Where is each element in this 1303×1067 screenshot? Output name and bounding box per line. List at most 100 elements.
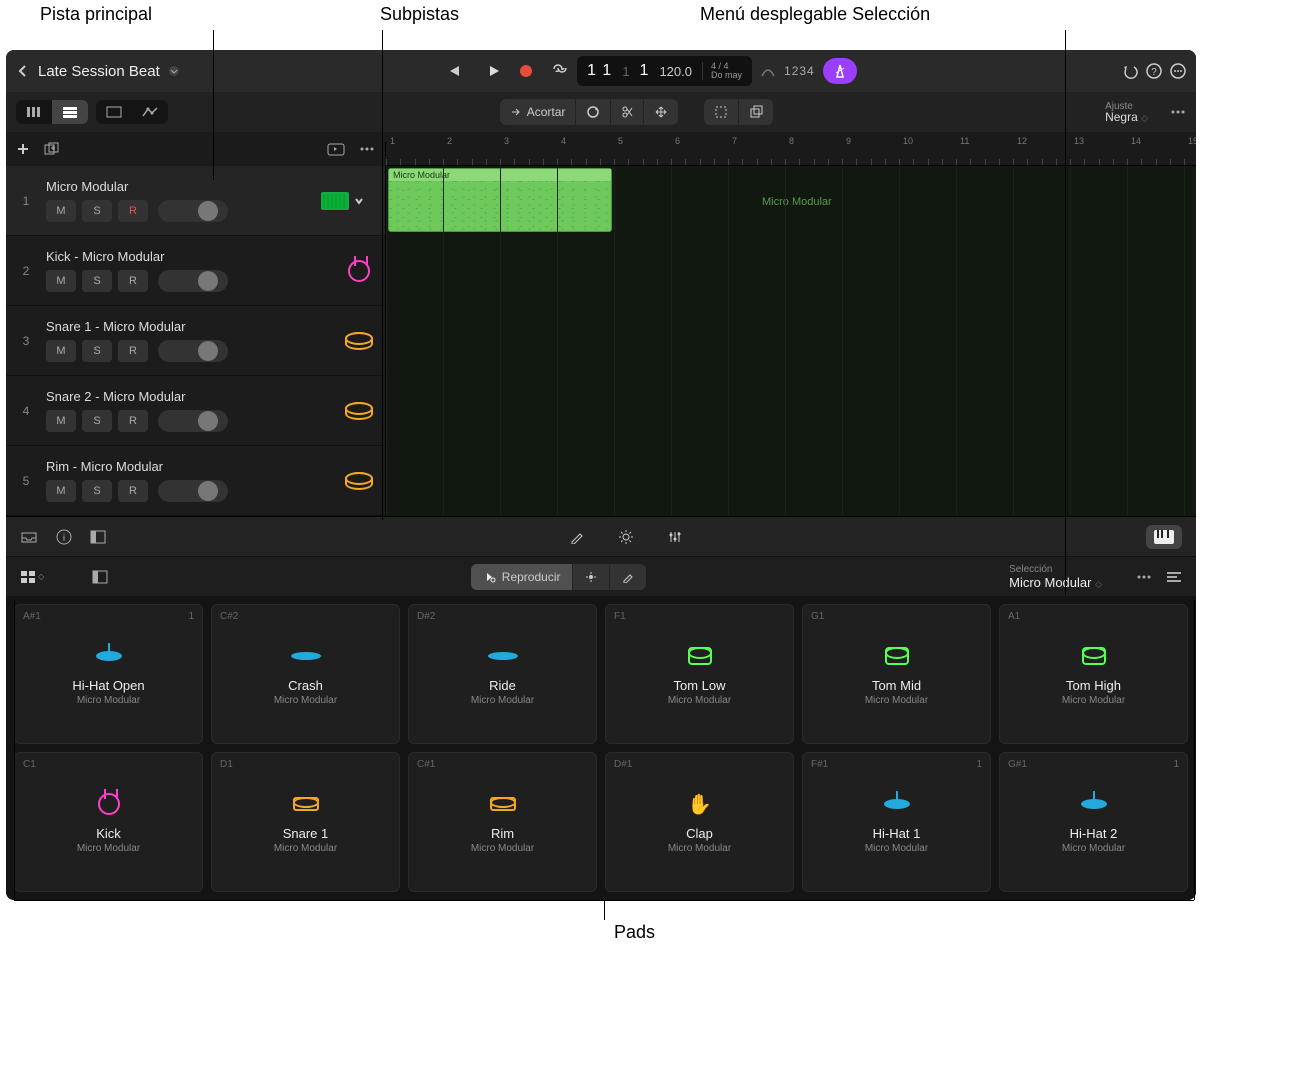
pad-kit-name: Micro Modular: [274, 695, 337, 706]
record-enable-button[interactable]: R: [118, 480, 148, 502]
automation-view-button[interactable]: [132, 100, 168, 124]
pad-note: A1: [1008, 611, 1020, 622]
pad-name: Kick: [96, 826, 121, 841]
split-tool[interactable]: [611, 99, 644, 125]
count-in-button[interactable]: 1234: [784, 64, 815, 78]
edit-mode[interactable]: [610, 565, 646, 589]
mute-button[interactable]: M: [46, 340, 76, 362]
duplicate-track-button[interactable]: [44, 142, 60, 156]
pad-note: D#2: [417, 611, 435, 622]
pad-name: Tom Mid: [872, 678, 921, 693]
solo-button[interactable]: S: [82, 340, 112, 362]
arrangement-area[interactable]: Micro Modular Micro Modular: [386, 166, 1196, 516]
play-button[interactable]: [487, 64, 501, 78]
help-button[interactable]: ?: [1146, 63, 1162, 79]
expand-chevron-icon[interactable]: [353, 195, 377, 207]
marquee-tool[interactable]: [704, 99, 739, 125]
solo-button[interactable]: S: [82, 270, 112, 292]
subtrack-header[interactable]: 2Kick - Micro ModularMSR: [6, 236, 385, 306]
snare-icon: [490, 797, 516, 811]
subtrack-header[interactable]: 4Snare 2 - Micro ModularMSR: [6, 376, 385, 446]
tracks-view-button[interactable]: [52, 100, 88, 124]
track-more-button[interactable]: [359, 146, 375, 152]
timeline-ruler[interactable]: 123456789101112131415: [386, 132, 1196, 166]
ruler-tick: 6: [675, 136, 680, 146]
main-track-header[interactable]: 1Micro ModularMSR: [6, 166, 385, 236]
solo-button[interactable]: S: [82, 410, 112, 432]
move-tool[interactable]: [644, 99, 678, 125]
editor-more-button[interactable]: [1136, 574, 1152, 580]
metronome-button[interactable]: [823, 58, 857, 84]
inbox-icon[interactable]: [20, 530, 38, 544]
ghost-region-label: Micro Modular: [762, 196, 832, 208]
lcd-display[interactable]: 1 1 1 1 120.0 4 / 4 Do may: [577, 56, 752, 86]
pad-name: Hi-Hat Open: [72, 678, 144, 693]
solo-button[interactable]: S: [82, 200, 112, 222]
mute-button[interactable]: M: [46, 200, 76, 222]
drum-pad[interactable]: G1Tom MidMicro Modular: [802, 604, 991, 744]
record-button[interactable]: [519, 64, 533, 78]
subtrack-header[interactable]: 5Rim - Micro ModularMSR: [6, 446, 385, 516]
go-to-start-button[interactable]: [445, 64, 461, 78]
drum-pad[interactable]: A#11Hi-Hat OpenMicro Modular: [14, 604, 203, 744]
inspector-icon[interactable]: [90, 530, 106, 544]
mixer-sliders-icon[interactable]: [668, 530, 682, 544]
drum-pad[interactable]: A1Tom HighMicro Modular: [999, 604, 1188, 744]
mute-button[interactable]: M: [46, 480, 76, 502]
mixer-view-button[interactable]: [16, 100, 52, 124]
cymbal-icon: [488, 652, 518, 660]
mute-button[interactable]: M: [46, 410, 76, 432]
back-button[interactable]: [16, 64, 30, 78]
cycle-button[interactable]: [551, 64, 569, 78]
focus-mode[interactable]: [573, 565, 610, 589]
brightness-icon[interactable]: [618, 529, 634, 545]
volume-slider[interactable]: [158, 270, 228, 292]
drum-pad[interactable]: F#11Hi-Hat 1Micro Modular: [802, 752, 991, 892]
record-enable-button[interactable]: R: [118, 340, 148, 362]
record-enable-button[interactable]: R: [118, 410, 148, 432]
more-button[interactable]: [1170, 63, 1186, 79]
pad-grid-icon[interactable]: ◇: [20, 570, 44, 584]
copy-tool[interactable]: [739, 99, 773, 125]
selection-dropdown[interactable]: Selección Micro Modular ◇: [1009, 564, 1102, 590]
snap-setting[interactable]: Ajuste Negra ◇: [1105, 101, 1148, 124]
record-enable-button[interactable]: R: [118, 270, 148, 292]
keyboard-view-button[interactable]: [1146, 525, 1182, 549]
drum-pad[interactable]: C#1RimMicro Modular: [408, 752, 597, 892]
add-track-button[interactable]: [16, 142, 30, 156]
solo-button[interactable]: S: [82, 480, 112, 502]
acortar-tool[interactable]: Acortar: [500, 99, 577, 125]
single-view-button[interactable]: [96, 100, 132, 124]
pad-kit-name: Micro Modular: [274, 843, 337, 854]
volume-slider[interactable]: [158, 340, 228, 362]
drum-pad[interactable]: D#2RideMicro Modular: [408, 604, 597, 744]
mute-button[interactable]: M: [46, 270, 76, 292]
drum-pad[interactable]: G#11Hi-Hat 2Micro Modular: [999, 752, 1188, 892]
drum-pad[interactable]: C#2CrashMicro Modular: [211, 604, 400, 744]
subtrack-header[interactable]: 3Snare 1 - Micro ModularMSR: [6, 306, 385, 376]
loop-tool[interactable]: [576, 99, 611, 125]
volume-slider[interactable]: [158, 410, 228, 432]
ruler-tick: 4: [561, 136, 566, 146]
volume-slider[interactable]: [158, 200, 228, 222]
pad-name: Snare 1: [283, 826, 329, 841]
drum-pad[interactable]: F1Tom LowMicro Modular: [605, 604, 794, 744]
record-enable-button[interactable]: R: [118, 200, 148, 222]
volume-slider[interactable]: [158, 480, 228, 502]
track-name: Micro Modular: [46, 179, 317, 194]
reproducir-mode[interactable]: Reproducir: [471, 564, 574, 590]
tuner-button[interactable]: [760, 64, 776, 78]
toolbar-more-button[interactable]: [1170, 109, 1186, 115]
tom-icon: [688, 647, 712, 665]
drum-pad[interactable]: C1KickMicro Modular: [14, 752, 203, 892]
drum-pad[interactable]: D1Snare 1Micro Modular: [211, 752, 400, 892]
list-order-icon[interactable]: [1166, 572, 1182, 582]
project-menu-chevron[interactable]: [168, 65, 180, 77]
pencil-tool-icon[interactable]: [570, 530, 584, 544]
info-icon[interactable]: i: [56, 529, 72, 545]
sidebar-toggle-icon[interactable]: [92, 570, 108, 584]
undo-button[interactable]: [1122, 63, 1138, 79]
library-button[interactable]: [327, 142, 345, 156]
region-tools-group: [704, 99, 773, 125]
drum-pad[interactable]: D#1✋ClapMicro Modular: [605, 752, 794, 892]
